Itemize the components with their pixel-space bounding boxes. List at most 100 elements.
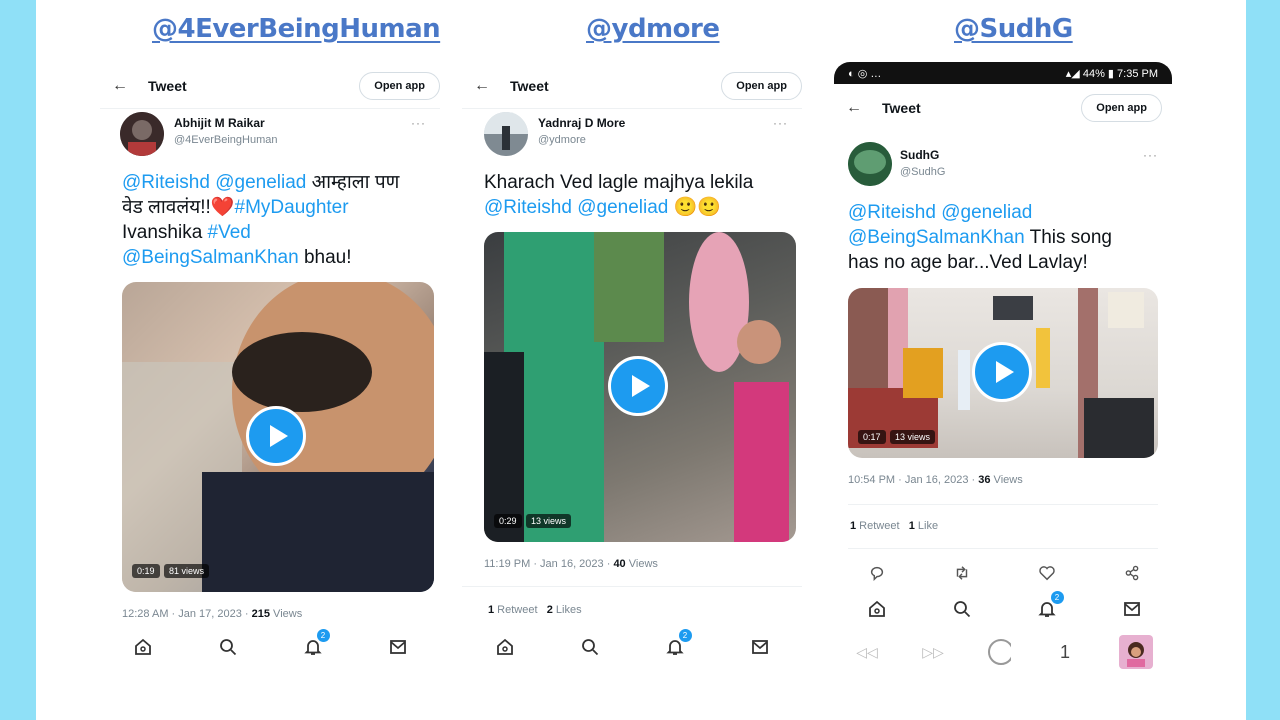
video-player[interactable]: 0:29 13 views bbox=[484, 232, 796, 542]
home-circle-icon[interactable] bbox=[987, 639, 1011, 665]
mention-link[interactable]: @geneliad bbox=[941, 202, 1032, 223]
avatar-image bbox=[848, 142, 892, 186]
video-player[interactable]: 0:17 13 views bbox=[848, 288, 1158, 458]
rewind-icon[interactable]: ◁◁ bbox=[855, 640, 879, 664]
handle-heading-1[interactable]: @4EverBeingHuman bbox=[152, 14, 441, 44]
hashtag-link[interactable]: #MyDaughter bbox=[235, 197, 349, 218]
search-icon[interactable] bbox=[950, 597, 974, 621]
topbar-title: Tweet bbox=[882, 100, 921, 116]
play-button[interactable] bbox=[608, 356, 668, 416]
mention-link[interactable]: @Riteishd bbox=[484, 197, 572, 218]
status-time: 7:35 PM bbox=[1117, 67, 1158, 80]
likes-label[interactable]: Likes bbox=[553, 604, 582, 616]
mention-link[interactable]: @geneliad bbox=[577, 197, 668, 218]
text-run: bhau! bbox=[298, 247, 352, 268]
collage-board: @4EverBeingHuman ← Tweet Open app Abhiji… bbox=[36, 0, 1246, 720]
text-run: आम्हाला पण bbox=[306, 172, 400, 193]
views-label: Views bbox=[625, 558, 658, 570]
tweet-topbar: ← Tweet Open app bbox=[462, 66, 802, 106]
messages-icon[interactable] bbox=[1120, 597, 1144, 621]
back-arrow-icon[interactable]: ← bbox=[100, 77, 140, 95]
mention-link[interactable]: @BeingSalmanKhan bbox=[848, 227, 1025, 248]
handle-heading-3[interactable]: @SudhG bbox=[954, 14, 1073, 44]
retweet-icon[interactable] bbox=[950, 561, 974, 585]
home-icon[interactable] bbox=[493, 635, 517, 659]
views-count: 215 bbox=[251, 608, 270, 620]
retweets-label[interactable]: Retweet bbox=[856, 520, 899, 532]
bottom-nav: 2 bbox=[834, 591, 1174, 624]
timestamp: 10:54 PM · Jan 16, 2023 · bbox=[848, 474, 979, 486]
video-player[interactable]: 0:19 81 views bbox=[122, 282, 434, 592]
avatar[interactable] bbox=[848, 142, 892, 186]
page-number[interactable]: 1 bbox=[1053, 640, 1077, 664]
timestamp: 12:28 AM · Jan 17, 2023 · bbox=[122, 608, 252, 620]
share-icon[interactable] bbox=[1120, 561, 1144, 585]
open-app-button[interactable]: Open app bbox=[359, 72, 440, 100]
bottom-nav: 2 bbox=[100, 629, 440, 662]
tweet-topbar: ← Tweet Open app bbox=[100, 66, 440, 106]
play-button[interactable] bbox=[972, 342, 1032, 402]
likes-label[interactable]: Like bbox=[915, 520, 938, 532]
browser-bar: ◁◁ ▷▷ 1 bbox=[834, 634, 1174, 670]
messages-icon[interactable] bbox=[386, 635, 410, 659]
tweet-meta: 12:28 AM · Jan 17, 2023 · 215 Views bbox=[122, 608, 302, 620]
text-run: This song bbox=[1024, 227, 1112, 248]
author-handle[interactable]: @ydmore bbox=[538, 134, 586, 146]
text-run: Ivanshika bbox=[122, 222, 208, 243]
back-arrow-icon[interactable]: ← bbox=[462, 77, 502, 95]
mention-link[interactable]: @Riteishd bbox=[122, 172, 210, 193]
home-icon[interactable] bbox=[865, 597, 889, 621]
hashtag-link[interactable]: #Ved bbox=[208, 222, 251, 243]
open-app-button[interactable]: Open app bbox=[1081, 94, 1162, 122]
author-handle[interactable]: @4EverBeingHuman bbox=[174, 134, 278, 146]
retweets-label[interactable]: Retweet bbox=[494, 604, 537, 616]
more-options-icon[interactable]: ··· bbox=[773, 116, 788, 130]
forward-icon[interactable]: ▷▷ bbox=[921, 640, 945, 664]
handle-heading-2[interactable]: @ydmore bbox=[586, 14, 720, 44]
views-count: 40 bbox=[613, 558, 626, 570]
search-icon[interactable] bbox=[578, 635, 602, 659]
reply-icon[interactable] bbox=[865, 561, 889, 585]
tweet-meta: 10:54 PM · Jan 16, 2023 · 36 Views bbox=[848, 474, 1023, 486]
video-duration: 0:29 bbox=[494, 514, 522, 528]
search-icon[interactable] bbox=[216, 635, 240, 659]
tweet-actions bbox=[834, 560, 1174, 586]
timestamp: 11:19 PM · Jan 16, 2023 · bbox=[484, 558, 614, 570]
author-handle[interactable]: @SudhG bbox=[900, 166, 945, 178]
more-options-icon[interactable]: ··· bbox=[1143, 148, 1158, 162]
profile-thumbnail[interactable] bbox=[1119, 635, 1153, 669]
author-name[interactable]: SudhG bbox=[900, 148, 939, 162]
phone-status-bar: ◐ ◎ … ▴◢ 44% ▮ 7:35 PM bbox=[834, 62, 1172, 84]
video-duration: 0:17 bbox=[858, 430, 886, 444]
author-name[interactable]: Yadnraj D More bbox=[538, 116, 625, 130]
notifications-icon[interactable]: 2 bbox=[301, 629, 330, 659]
home-icon[interactable] bbox=[131, 635, 155, 659]
open-app-button[interactable]: Open app bbox=[721, 72, 802, 100]
mention-link[interactable]: @Riteishd bbox=[848, 202, 936, 223]
messages-icon[interactable] bbox=[748, 635, 772, 659]
mention-link[interactable]: @BeingSalmanKhan bbox=[122, 247, 299, 268]
views-count: 36 bbox=[978, 474, 991, 486]
mention-link[interactable]: @geneliad bbox=[215, 172, 306, 193]
notification-badge: 2 bbox=[316, 629, 330, 642]
topbar-title: Tweet bbox=[148, 78, 187, 94]
more-options-icon[interactable]: ··· bbox=[411, 116, 426, 130]
tweet-meta: 11:19 PM · Jan 16, 2023 · 40 Views bbox=[484, 558, 658, 570]
divider bbox=[462, 108, 802, 109]
notifications-icon[interactable]: 2 bbox=[663, 629, 692, 659]
author-name[interactable]: Abhijit M Raikar bbox=[174, 116, 265, 130]
avatar[interactable] bbox=[484, 112, 528, 156]
notification-badge: 2 bbox=[1050, 591, 1064, 604]
divider bbox=[848, 548, 1158, 549]
play-button[interactable] bbox=[246, 406, 306, 466]
emoji-run: 🙂🙂 bbox=[668, 197, 721, 218]
notifications-icon[interactable]: 2 bbox=[1035, 591, 1064, 621]
text-run: Kharach Ved lagle majhya lekila bbox=[484, 172, 754, 193]
topbar-title: Tweet bbox=[510, 78, 549, 94]
heart-emoji: ❤️ bbox=[210, 197, 235, 218]
tweet-card-3: ◐ ◎ … ▴◢ 44% ▮ 7:35 PM ← Tweet Open app … bbox=[834, 62, 1174, 682]
divider bbox=[848, 504, 1158, 505]
back-arrow-icon[interactable]: ← bbox=[834, 99, 874, 117]
avatar[interactable] bbox=[120, 112, 164, 156]
like-icon[interactable] bbox=[1035, 561, 1059, 585]
